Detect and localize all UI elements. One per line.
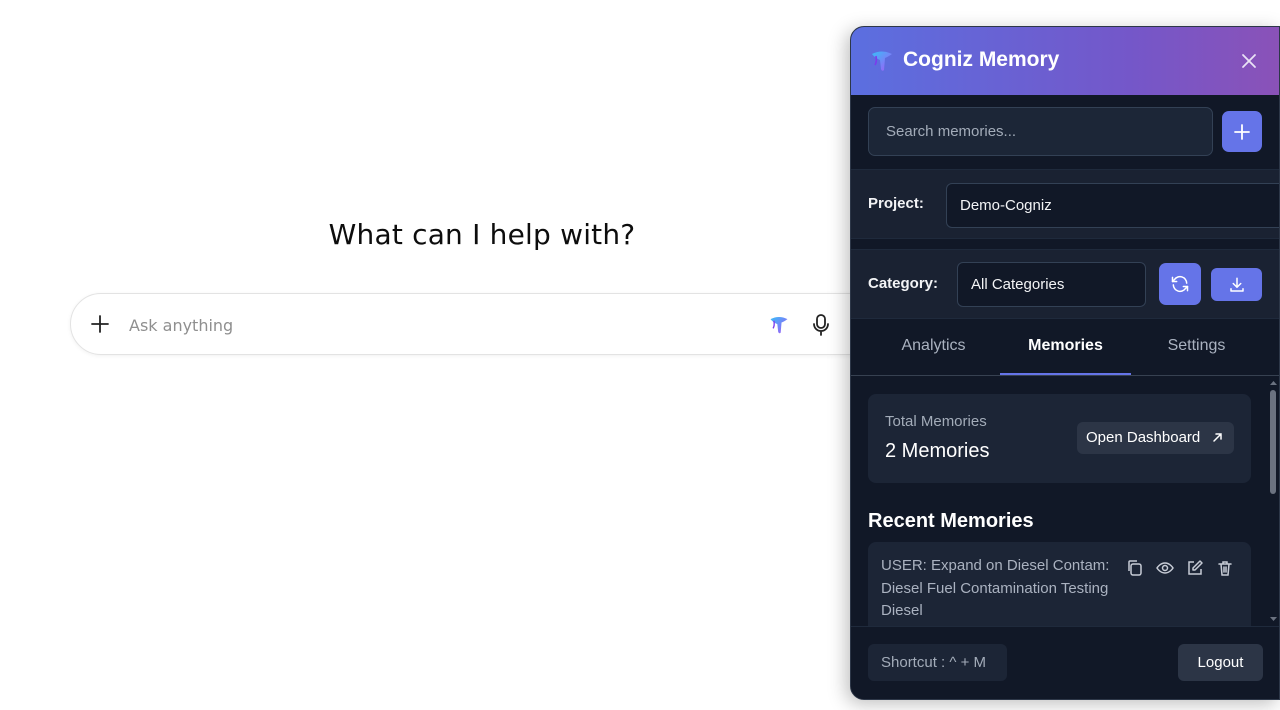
logout-button[interactable]: Logout xyxy=(1178,644,1263,681)
external-link-icon xyxy=(1213,433,1222,442)
memory-item[interactable]: USER: Expand on Diesel Contam: Diesel Fu… xyxy=(868,542,1251,626)
open-dashboard-button[interactable]: Open Dashboard xyxy=(1077,422,1234,454)
edit-icon[interactable] xyxy=(1185,558,1205,578)
chat-heading: What can I help with? xyxy=(328,218,636,251)
refresh-icon xyxy=(1171,275,1189,293)
recent-memories-title: Recent Memories xyxy=(868,510,1034,532)
tab-settings[interactable]: Settings xyxy=(1131,319,1262,375)
memory-text: USER: Expand on Diesel Contam: Diesel Fu… xyxy=(881,557,1110,619)
panel-header: Cogniz Memory xyxy=(851,27,1279,95)
total-memories-card: Total Memories 2 Memories Open Dashboard xyxy=(868,394,1251,483)
chat-input[interactable] xyxy=(127,310,687,340)
plus-icon[interactable] xyxy=(89,313,111,335)
category-row: Category: All Categories xyxy=(851,249,1279,319)
memories-content: Total Memories 2 Memories Open Dashboard… xyxy=(851,376,1279,626)
open-dashboard-label: Open Dashboard xyxy=(1086,429,1201,446)
project-select[interactable]: Demo-Cogniz xyxy=(946,183,1279,228)
project-row: Project: Demo-Cogniz xyxy=(851,169,1279,239)
tab-memories[interactable]: Memories xyxy=(1000,319,1131,375)
category-select[interactable]: All Categories xyxy=(957,262,1146,307)
divider xyxy=(851,239,1279,249)
scrollbar[interactable] xyxy=(1268,376,1279,626)
category-label: Category: xyxy=(868,275,939,292)
refresh-button[interactable] xyxy=(1159,263,1201,305)
trash-icon[interactable] xyxy=(1215,558,1235,578)
search-row xyxy=(851,95,1279,169)
project-label: Project: xyxy=(868,195,924,212)
eye-icon[interactable] xyxy=(1155,558,1175,578)
panel-title: Cogniz Memory xyxy=(903,48,1060,71)
cogniz-memory-panel: Cogniz Memory Project: Demo-Cogniz Categ… xyxy=(850,26,1280,700)
total-memories-label: Total Memories xyxy=(885,413,987,430)
scrollbar-thumb[interactable] xyxy=(1270,390,1276,494)
panel-footer: Shortcut : ^ + M Logout xyxy=(851,626,1279,699)
download-icon xyxy=(1229,277,1244,292)
copy-icon[interactable] xyxy=(1125,558,1145,578)
memory-search-input[interactable] xyxy=(868,107,1213,156)
chat-composer xyxy=(70,293,950,355)
close-icon[interactable] xyxy=(1239,51,1259,71)
memory-actions xyxy=(1125,558,1235,578)
plus-icon xyxy=(1234,123,1250,140)
add-memory-button[interactable] xyxy=(1222,111,1262,152)
download-button[interactable] xyxy=(1211,268,1262,301)
tab-analytics[interactable]: Analytics xyxy=(868,319,999,375)
shortcut-hint: Shortcut : ^ + M xyxy=(868,644,1007,681)
panel-tabs: Analytics Memories Settings xyxy=(851,319,1279,376)
cogniz-logo-icon[interactable] xyxy=(768,314,790,336)
cogniz-logo-icon xyxy=(869,48,895,74)
total-memories-count: 2 Memories xyxy=(885,440,990,462)
microphone-icon[interactable] xyxy=(810,313,832,337)
